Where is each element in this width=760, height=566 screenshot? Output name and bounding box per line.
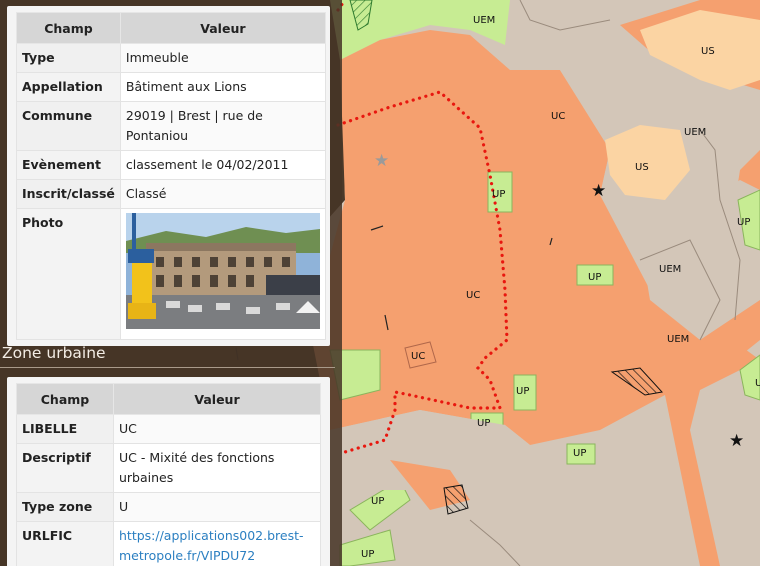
zone-label: UP — [737, 217, 750, 228]
zone-label: US — [701, 46, 715, 57]
table-row: Inscrit/classé Classé — [16, 179, 326, 209]
zone-label: UP — [492, 189, 505, 200]
field-value: UC - Mixité des fonctions urbaines — [113, 443, 321, 493]
column-header-valeur: Valeur — [113, 383, 321, 415]
star-icon[interactable]: ★ — [591, 181, 606, 201]
table-row: Type Immeuble — [16, 43, 326, 73]
zone-label: UP — [477, 418, 490, 429]
field-value: 29019 | Brest | rue de Pontaniou — [119, 101, 326, 151]
field-key: URLFIC — [16, 521, 114, 566]
zone-label: UEM — [473, 15, 495, 26]
table-row: Photo — [16, 208, 326, 340]
feature-info-panel[interactable]: Champ Valeur Type Immeuble Appellation B… — [0, 0, 342, 566]
section-divider — [0, 367, 335, 368]
field-value: Classé — [119, 179, 326, 209]
zone-info-table: Champ Valeur LIBELLE UC Descriptif UC - … — [16, 383, 321, 566]
field-value: U — [113, 492, 321, 522]
column-header-champ: Champ — [16, 383, 114, 415]
zone-label: UP — [516, 386, 529, 397]
zone-label: UP — [371, 496, 384, 507]
zone-label: UP — [361, 549, 374, 560]
zone-label: UP — [588, 272, 601, 283]
field-key: LIBELLE — [16, 414, 114, 444]
field-value: classement le 04/02/2011 — [119, 150, 326, 180]
monument-info-card: Champ Valeur Type Immeuble Appellation B… — [7, 6, 330, 346]
zone-section-title: Zone urbaine — [2, 344, 106, 362]
zone-info-card: Champ Valeur LIBELLE UC Descriptif UC - … — [7, 377, 330, 566]
star-icon[interactable]: ★ — [374, 151, 389, 171]
field-key: Type zone — [16, 492, 114, 522]
field-value: Bâtiment aux Lions — [119, 72, 326, 102]
table-row: Type zone U — [16, 492, 321, 522]
field-key: Photo — [16, 208, 121, 340]
field-value: UC — [113, 414, 321, 444]
field-key: Type — [16, 43, 121, 73]
table-row: Appellation Bâtiment aux Lions — [16, 72, 326, 102]
photo-cell — [119, 208, 326, 340]
zone-label: US — [635, 162, 649, 173]
field-key: Descriptif — [16, 443, 114, 493]
monument-photo[interactable] — [125, 213, 320, 329]
star-icon[interactable]: ★ — [729, 431, 744, 451]
monument-info-table: Champ Valeur Type Immeuble Appellation B… — [16, 12, 326, 340]
table-row: LIBELLE UC — [16, 414, 321, 444]
zone-label: UC — [551, 111, 565, 122]
field-key: Appellation — [16, 72, 121, 102]
column-header-valeur: Valeur — [119, 12, 326, 44]
table-row: URLFIC https://applications002.brest-met… — [16, 521, 321, 566]
urlfic-link[interactable]: https://applications002.brest-metropole.… — [119, 528, 304, 563]
zone-label: UP — [755, 378, 760, 389]
zone-label: UC — [411, 351, 425, 362]
zone-label: UEM — [659, 264, 681, 275]
table-row: Commune 29019 | Brest | rue de Pontaniou — [16, 101, 326, 151]
zone-label: UP — [573, 448, 586, 459]
field-value: Immeuble — [119, 43, 326, 73]
column-header-champ: Champ — [16, 12, 121, 44]
table-row: Descriptif UC - Mixité des fonctions urb… — [16, 443, 321, 493]
field-key: Evènement — [16, 150, 121, 180]
field-key: Commune — [16, 101, 121, 151]
table-row: Evènement classement le 04/02/2011 — [16, 150, 326, 180]
zone-label: UEM — [684, 127, 706, 138]
field-key: Inscrit/classé — [16, 179, 121, 209]
zone-label: UEM — [667, 334, 689, 345]
field-value: https://applications002.brest-metropole.… — [113, 521, 321, 566]
zone-label: UC — [466, 290, 480, 301]
